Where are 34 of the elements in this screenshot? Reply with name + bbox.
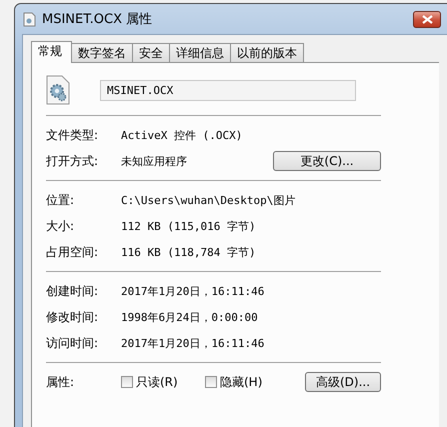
checkbox-label: 隐藏(H) xyxy=(220,374,262,390)
field-value: ActiveX 控件 (.OCX) xyxy=(121,128,244,142)
field-label: 属性: xyxy=(46,374,76,390)
tab[interactable]: 安全 xyxy=(132,43,170,62)
field-label: 大小: xyxy=(46,218,76,234)
field-value: C:\Users\wuhan\Desktop\图片 xyxy=(121,192,296,208)
close-icon xyxy=(422,14,432,24)
checkbox-label: 只读(R) xyxy=(136,374,178,390)
advanced-button[interactable]: 高级(D)... xyxy=(305,372,381,392)
field-value: 2017年1月20日，16:11:46 xyxy=(121,336,266,350)
field-value: 1998年6月24日，0:00:00 xyxy=(121,310,259,324)
file-gear-icon xyxy=(46,75,70,105)
file-icon xyxy=(23,12,36,26)
field-label: 文件类型: xyxy=(46,126,100,144)
tab[interactable]: 数字签名 xyxy=(71,43,133,62)
close-button[interactable] xyxy=(413,10,441,28)
change-button[interactable]: 更改(C)... xyxy=(273,151,381,171)
field-label: 位置: xyxy=(46,192,76,208)
checkbox[interactable] xyxy=(205,376,217,388)
checkbox[interactable] xyxy=(121,376,133,388)
field-value: 未知应用程序 xyxy=(121,154,188,168)
field-label: 修改时间: xyxy=(46,308,100,326)
tab[interactable]: 详细信息 xyxy=(169,43,231,62)
window-title: MSINET.OCX 属性 xyxy=(42,11,154,28)
field-label: 访问时间: xyxy=(46,334,100,352)
field-label: 占用空间: xyxy=(46,244,100,260)
field-value: 116 KB (118,784 字节) xyxy=(121,244,257,260)
field-label: 创建时间: xyxy=(46,282,100,300)
tab[interactable]: 以前的版本 xyxy=(230,43,304,62)
field-label: 打开方式: xyxy=(46,152,100,170)
tab[interactable]: 常规 xyxy=(31,41,72,63)
file-name-field[interactable]: MSINET.OCX xyxy=(100,80,356,100)
field-value: 2017年1月20日，16:11:46 xyxy=(121,284,266,298)
field-value: 112 KB (115,016 字节) xyxy=(121,218,257,234)
